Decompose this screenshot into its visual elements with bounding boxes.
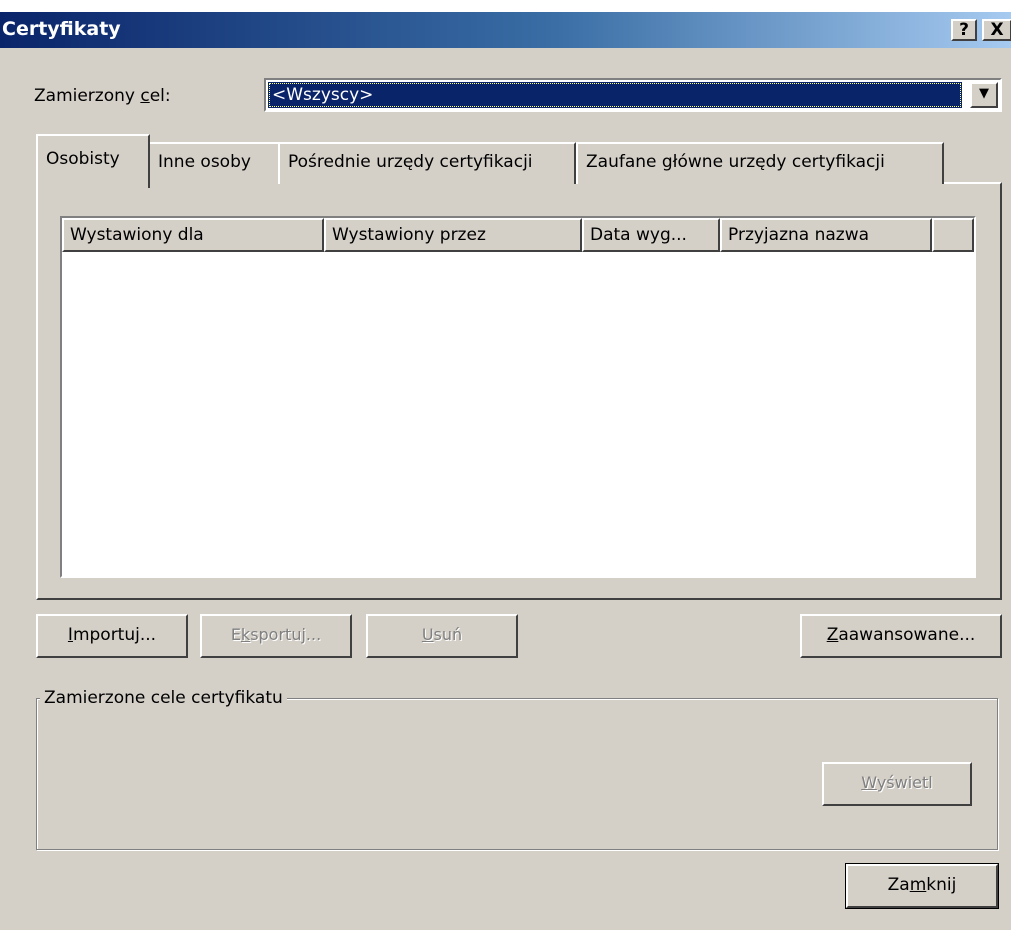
- column-header-expiration-date[interactable]: Data wyg...: [582, 218, 720, 252]
- tab-zaufane-glowne-urzedy[interactable]: Zaufane główne urzędy certyfikacji: [576, 142, 944, 184]
- tab-inne-osoby[interactable]: Inne osoby: [148, 142, 280, 184]
- chevron-down-icon[interactable]: ▼: [970, 82, 998, 108]
- import-button[interactable]: Importuj...: [36, 614, 188, 658]
- title-bar[interactable]: Certyfikaty ? X: [0, 12, 1011, 48]
- export-button[interactable]: Eksportuj...: [200, 614, 352, 658]
- column-header-issued-to[interactable]: Wystawiony dla: [62, 218, 324, 252]
- view-button[interactable]: Wyświetl: [822, 762, 972, 806]
- window-title: Certyfikaty: [2, 18, 121, 40]
- tab-posrednie-urzedy[interactable]: Pośrednie urzędy certyfikacji: [278, 142, 576, 184]
- column-header-filler: [932, 218, 974, 252]
- close-icon: X: [990, 20, 1004, 40]
- remove-button[interactable]: Usuń: [366, 614, 518, 658]
- help-icon: ?: [959, 20, 969, 40]
- certificates-dialog: Certyfikaty ? X Zamierzony cel: <Wszyscy…: [0, 12, 1011, 930]
- advanced-button[interactable]: Zaawansowane...: [800, 614, 1002, 658]
- purpose-combobox[interactable]: <Wszyscy> ▼: [264, 78, 1002, 112]
- purpose-selected-value: <Wszyscy>: [268, 82, 962, 108]
- tab-osobisty[interactable]: Osobisty: [36, 134, 150, 188]
- help-button[interactable]: ?: [951, 19, 977, 41]
- purpose-label: Zamierzony cel:: [34, 86, 171, 106]
- column-header-issued-by[interactable]: Wystawiony przez: [324, 218, 582, 252]
- certificate-purposes-title: Zamierzone cele certyfikatu: [40, 688, 287, 708]
- close-button[interactable]: Zamknij: [845, 863, 999, 909]
- column-header-friendly-name[interactable]: Przyjazna nazwa: [720, 218, 932, 252]
- certificate-list[interactable]: Wystawiony dla Wystawiony przez Data wyg…: [60, 216, 976, 578]
- close-window-button[interactable]: X: [982, 19, 1011, 41]
